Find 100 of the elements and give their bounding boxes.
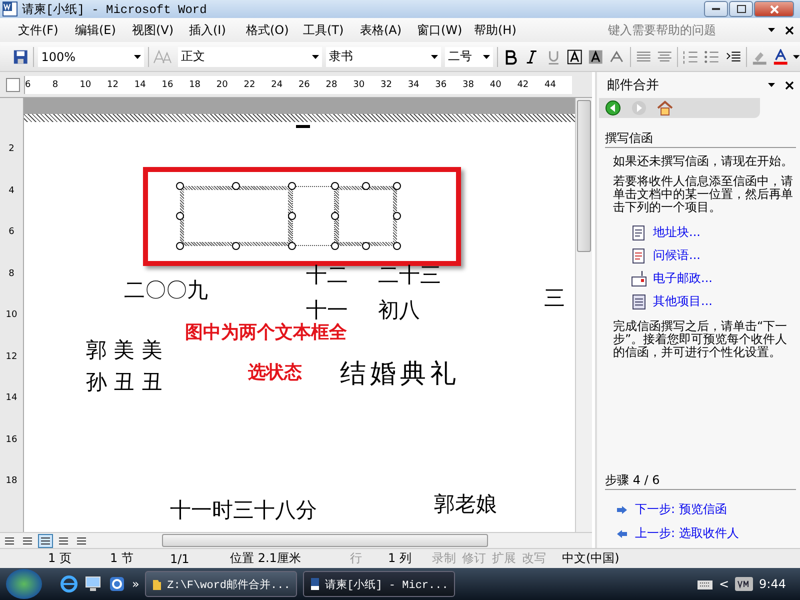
text-box[interactable] [176,182,296,250]
close-icon[interactable] [785,26,794,34]
start-button[interactable] [6,569,42,599]
status-text: 中文(中国) [562,551,620,565]
back-icon[interactable] [605,100,621,116]
application-icon[interactable] [108,575,126,593]
menu-item[interactable]: 文件(F) [18,22,75,38]
insert-link[interactable]: 问候语... [653,247,700,264]
close-icon[interactable] [785,80,794,90]
ruler-number: 14 [6,393,18,403]
dropdown-arrow-icon[interactable] [483,54,490,58]
tab-stop-icon[interactable] [6,78,20,92]
justify-icon[interactable] [634,48,652,64]
font-color-icon[interactable] [772,48,790,64]
ruler-number: 8 [52,80,60,90]
next-step-link[interactable]: 下一步: 预览信函 [635,501,727,518]
dropdown-arrow-icon[interactable] [768,83,775,87]
ruler-number: 18 [6,476,18,486]
close-button[interactable] [754,1,794,17]
print-view-icon [40,536,51,546]
tray-expand-icon[interactable]: < [718,577,730,591]
help-search-field[interactable]: 键入需要帮助的问题 [608,22,768,38]
ruler-number: 10 [80,80,92,90]
document-icon [631,248,647,264]
computer-icon[interactable] [84,575,102,593]
vm-tray-icon[interactable] [735,577,754,591]
dropdown-arrow-icon[interactable] [134,54,141,58]
ruler-number: 28 [326,80,338,90]
ruler-number: 20 [216,80,229,90]
document-text: 结婚典礼 [340,358,460,391]
menu-item[interactable]: 表格(A) [360,22,417,38]
menu-item[interactable]: 窗口(W) [417,22,474,38]
scrollbar-thumb[interactable] [577,100,591,252]
ruler-number: 40 [490,80,502,90]
save-icon[interactable] [12,48,30,64]
font-size-dropdown[interactable]: 二号 [445,46,494,66]
word-app-icon [2,1,18,17]
instruction-text: 如果还未撰写信函，请现在开始。 [613,155,794,168]
menu-item[interactable]: 视图(V) [132,22,189,38]
annotation-text: 选状态 [248,361,302,384]
home-icon[interactable] [657,100,673,116]
close-icon [770,4,778,14]
dropdown-arrow-icon[interactable] [431,54,438,58]
document-icon [631,294,647,310]
document-text: 初八 [378,297,420,324]
character-border-icon[interactable] [566,48,584,64]
annotation-text: 图中为两个文本框全 [185,321,347,344]
font-dropdown[interactable]: 隶书 [326,46,442,66]
envelope-icon [631,270,647,286]
previous-step-link[interactable]: 上一步: 选取收件人 [635,525,739,542]
text-box[interactable] [331,182,401,250]
distribute-icon[interactable] [656,48,674,64]
scale-icon[interactable] [608,48,626,64]
document-text: 十一时三十八分 [170,497,317,524]
document-text: 郭 美 美 [86,337,162,364]
insert-link[interactable]: 地址块... [653,224,700,241]
menu-item[interactable]: 帮助(H) [474,22,531,38]
menu-item[interactable]: 编辑(E) [75,22,132,38]
browser-icon[interactable] [60,575,78,593]
dropdown-arrow-icon[interactable] [312,54,319,58]
vertical-scrollbar[interactable] [575,98,592,532]
dropdown-arrow-icon[interactable] [793,54,800,58]
document-text: 十一 [306,297,348,322]
ruler-number: 38 [462,80,475,90]
maximize-button[interactable] [729,1,753,17]
taskbar-button[interactable]: 请柬[小纸] - Micr... [303,571,456,597]
indent-icon[interactable] [724,48,742,64]
dropdown-arrow-icon[interactable] [768,28,775,32]
window-title: 请柬[小纸] - Microsoft Word [22,2,208,18]
character-shading-icon[interactable] [587,48,604,64]
status-text: 位置 2.1厘米 [230,551,301,565]
insert-link[interactable]: 电子邮政... [653,270,712,287]
instruction-text: 若要将收件人信息添至信函中，请单击文档中的某一位置，然后再单击下列的一个项目。 [613,175,794,214]
more-icon[interactable]: » [132,577,140,591]
document-text: 郭老娘 [434,491,497,518]
minimize-button[interactable] [704,1,728,17]
menu-item[interactable]: 格式(O) [246,22,303,38]
bullets-icon[interactable] [703,48,721,64]
section-title: 撰写信函 [605,130,796,148]
minimize-icon [712,8,720,10]
view-button[interactable] [38,534,53,548]
document-text: 二〇〇九 [124,277,208,304]
ruler-number: 8 [8,268,14,278]
status-text: 改写 [522,551,546,565]
arrow-left-icon [617,530,627,538]
style-dropdown[interactable]: 正文 [178,46,322,66]
status-text: 1 页 [48,551,72,565]
menu-item[interactable]: 工具(T) [303,22,360,38]
taskbar-button[interactable]: Z:\F\word邮件合并... [145,571,298,597]
ruler-number: 24 [271,80,284,90]
status-text: 扩展 [492,551,516,565]
insert-link[interactable]: 其他项目... [653,293,712,310]
clock[interactable]: 9:44 [759,577,786,591]
menu-item[interactable]: 插入(I) [189,22,246,38]
instruction-text: 完成信函撰写之后，请单击“下一步”。接着您即可预览每个收件人的信函，并可进行个性化设置。 [613,320,788,359]
numbering-icon[interactable] [682,48,700,64]
zoom-dropdown[interactable]: 100% [38,46,144,66]
keyboard-icon[interactable] [696,578,713,590]
ruler-number: 26 [298,80,311,90]
scrollbar-thumb[interactable] [162,534,488,547]
